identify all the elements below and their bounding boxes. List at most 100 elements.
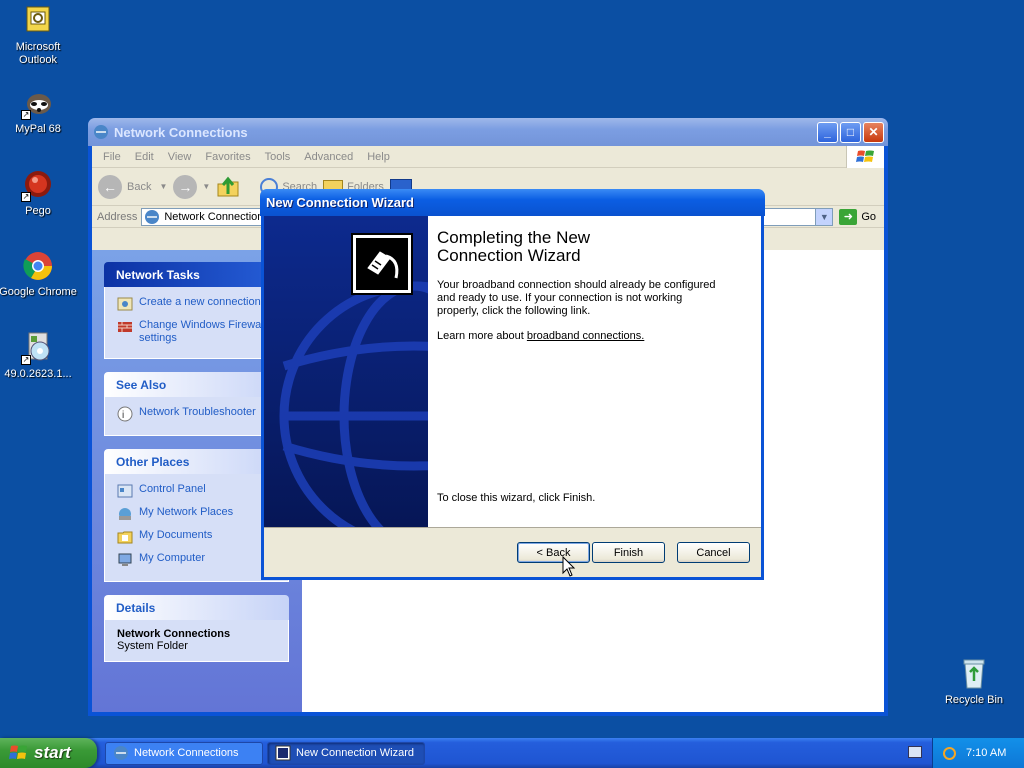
wizard-content: Completing the New Connection Wizard You… bbox=[428, 216, 761, 527]
menu-help[interactable]: Help bbox=[360, 151, 397, 163]
menu-favorites[interactable]: Favorites bbox=[198, 151, 257, 163]
network-troubleshooter-label: Network Troubleshooter bbox=[139, 406, 256, 418]
chevron-down-icon: ▼ bbox=[202, 182, 211, 191]
wizard-title: New Connection Wizard bbox=[266, 195, 414, 210]
cancel-button[interactable]: Cancel bbox=[677, 542, 750, 563]
clock[interactable]: 7:10 AM bbox=[966, 747, 1006, 759]
network-connections-icon bbox=[113, 745, 129, 761]
wizard-close-text: To close this wizard, click Finish. bbox=[437, 492, 596, 504]
help-icon: i bbox=[117, 406, 133, 422]
desktop-icon-label: MyPal 68 bbox=[15, 123, 61, 135]
create-new-connection-link[interactable]: Create a new connection bbox=[117, 296, 282, 312]
wizard-body-text: Your broadband connection should already… bbox=[437, 279, 716, 317]
maximize-button[interactable]: □ bbox=[840, 121, 861, 143]
desktop-icon-outlook[interactable]: Microsoft Outlook bbox=[0, 4, 78, 67]
my-documents-icon bbox=[117, 529, 133, 545]
search-icon[interactable] bbox=[943, 746, 956, 760]
my-network-places-link[interactable]: My Network Places bbox=[117, 506, 282, 522]
desktop-icon-installer[interactable]: ↗ 49.0.2623.1... bbox=[0, 331, 78, 381]
back-arrow-icon: ← bbox=[98, 174, 122, 199]
go-label: Go bbox=[861, 210, 876, 223]
desktop-icon-label: Microsoft Outlook bbox=[15, 41, 61, 66]
back-button[interactable]: ← Back ▼ bbox=[98, 174, 168, 199]
menu-edit[interactable]: Edit bbox=[128, 151, 161, 163]
wizard-learn-more: Learn more about broadband connections. bbox=[437, 330, 727, 343]
mouse-cursor-icon bbox=[562, 556, 576, 577]
windows-flag-icon bbox=[846, 146, 884, 168]
control-panel-link[interactable]: Control Panel bbox=[117, 483, 282, 499]
taskbar: start Network Connections New Connection… bbox=[0, 738, 1024, 768]
forward-arrow-icon: → bbox=[173, 174, 198, 199]
taskbar-item-network-connections[interactable]: Network Connections bbox=[105, 741, 263, 765]
wizard-side-banner bbox=[264, 216, 428, 527]
up-folder-button[interactable] bbox=[216, 176, 240, 198]
svg-text:i: i bbox=[122, 410, 124, 421]
wizard-footer: < Back Finish Cancel bbox=[264, 527, 761, 577]
close-button[interactable]: ✕ bbox=[863, 121, 884, 143]
forward-button[interactable]: → ▼ bbox=[173, 174, 211, 199]
new-connection-wizard-dialog: New Connection Wizard Completing the New… bbox=[260, 189, 765, 580]
windows-logo-icon bbox=[9, 745, 27, 759]
learn-more-prefix: Learn more about bbox=[437, 330, 527, 342]
explorer-title: Network Connections bbox=[114, 124, 248, 140]
installer-icon: ↗ bbox=[21, 331, 55, 365]
address-value: Network Connections bbox=[164, 210, 269, 223]
menu-advanced[interactable]: Advanced bbox=[297, 151, 360, 163]
chevron-down-icon: ▼ bbox=[159, 182, 168, 191]
back-button[interactable]: < Back bbox=[517, 542, 590, 563]
up-folder-icon bbox=[217, 176, 239, 196]
wizard-heading: Completing the New Connection Wizard bbox=[437, 228, 591, 265]
network-places-icon bbox=[117, 506, 133, 522]
desktop-icon-pego[interactable]: ↗ Pego bbox=[0, 168, 78, 218]
explorer-titlebar[interactable]: Network Connections _ □ ✕ bbox=[88, 118, 888, 146]
firewall-icon bbox=[117, 319, 133, 335]
change-firewall-settings-link[interactable]: Change Windows Firewall settings bbox=[117, 319, 282, 345]
pego-icon: ↗ bbox=[21, 168, 55, 202]
details-type: System Folder bbox=[117, 640, 188, 652]
finish-button[interactable]: Finish bbox=[592, 542, 665, 563]
system-tray: 7:10 AM bbox=[932, 738, 1024, 768]
broadband-connections-link[interactable]: broadband connections. bbox=[527, 330, 644, 342]
address-dropdown-icon[interactable]: ▼ bbox=[815, 208, 833, 225]
desktop-icon-label: Google Chrome bbox=[0, 286, 77, 298]
menu-tools[interactable]: Tools bbox=[258, 151, 298, 163]
keyboard-icon[interactable] bbox=[908, 746, 922, 758]
go-arrow-icon: ➜ bbox=[839, 208, 858, 225]
shortcut-arrow-icon: ↗ bbox=[21, 110, 31, 120]
outlook-icon bbox=[21, 4, 55, 38]
menu-view[interactable]: View bbox=[161, 151, 199, 163]
new-connection-icon bbox=[117, 296, 133, 312]
chrome-icon bbox=[21, 249, 55, 283]
menu-bar: File Edit View Favorites Tools Advanced … bbox=[92, 146, 884, 168]
network-troubleshooter-link[interactable]: i Network Troubleshooter bbox=[117, 406, 282, 422]
network-connections-icon bbox=[93, 124, 109, 140]
menu-file[interactable]: File bbox=[96, 151, 128, 163]
start-button[interactable]: start bbox=[0, 738, 97, 768]
desktop-icon-label: 49.0.2623.1... bbox=[4, 368, 72, 380]
details-header[interactable]: Details bbox=[104, 595, 289, 620]
my-computer-link[interactable]: My Computer bbox=[117, 552, 282, 568]
details-name: Network Connections bbox=[117, 628, 231, 640]
wizard-titlebar[interactable]: New Connection Wizard bbox=[260, 189, 765, 216]
desktop-icon-recycle-bin[interactable]: Recycle Bin bbox=[934, 657, 1014, 707]
desktop-icon-mypal[interactable]: ↗ MyPal 68 bbox=[0, 86, 78, 136]
desktop-icon-label: Pego bbox=[25, 205, 51, 217]
network-connections-icon bbox=[145, 209, 160, 224]
my-documents-label: My Documents bbox=[139, 529, 213, 541]
shortcut-arrow-icon: ↗ bbox=[21, 192, 31, 202]
taskbar-item-new-connection-wizard[interactable]: New Connection Wizard bbox=[267, 741, 425, 765]
mypal-icon: ↗ bbox=[21, 86, 55, 120]
desktop-icon-chrome[interactable]: Google Chrome bbox=[0, 249, 78, 299]
my-computer-label: My Computer bbox=[139, 552, 206, 564]
recycle-bin-icon bbox=[957, 657, 991, 691]
wizard-logo-icon bbox=[351, 233, 413, 295]
taskbar-item-label: New Connection Wizard bbox=[296, 747, 414, 759]
my-documents-link[interactable]: My Documents bbox=[117, 529, 282, 545]
details-panel: Details Network Connections System Folde… bbox=[104, 595, 289, 662]
address-label: Address bbox=[97, 210, 138, 223]
start-label: start bbox=[34, 743, 71, 762]
go-button[interactable]: ➜ Go bbox=[839, 208, 876, 225]
my-network-places-label: My Network Places bbox=[139, 506, 234, 518]
shortcut-arrow-icon: ↗ bbox=[21, 355, 31, 365]
minimize-button[interactable]: _ bbox=[817, 121, 838, 143]
